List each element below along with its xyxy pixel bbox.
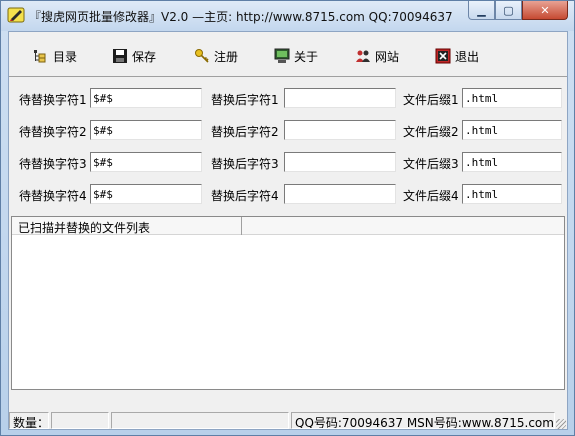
ext-label-4: 文件后缀4	[403, 189, 459, 203]
toolbar: 目录 保存 注册 关于 网站 退出	[9, 32, 567, 77]
close-icon: ✕	[540, 3, 550, 17]
toolbar-website-button[interactable]: 网站	[355, 47, 399, 65]
replace-input-2[interactable]	[284, 120, 396, 140]
minimize-icon: ▁	[477, 3, 486, 17]
replace-input-3[interactable]	[284, 152, 396, 172]
find-label-1: 待替换字符1	[19, 93, 87, 107]
ext-label-3: 文件后缀3	[403, 157, 459, 171]
title-bar[interactable]: 『搜虎网页批量修改器』V2.0 —主页: http://www.8715.com…	[1, 1, 574, 31]
replace-label-3: 替换后字符3	[211, 157, 279, 171]
ext-input-2[interactable]	[462, 120, 562, 140]
file-list-column-header[interactable]: 已扫描并替换的文件列表	[12, 217, 242, 235]
ext-label-2: 文件后缀2	[403, 125, 459, 139]
toolbar-register-label: 注册	[214, 49, 239, 64]
toolbar-directory-label: 目录	[53, 49, 78, 64]
ext-input-3[interactable]	[462, 152, 562, 172]
replace-input-1[interactable]	[284, 88, 396, 108]
maximize-icon: ▢	[503, 3, 514, 17]
toolbar-directory-button[interactable]: 目录	[33, 47, 77, 65]
close-button[interactable]: ✕	[522, 1, 568, 20]
status-bar: 数量： QQ号码:70094637 MSN号码:www.8715.com@	[9, 410, 567, 430]
find-input-1[interactable]	[90, 88, 202, 108]
status-message	[111, 412, 289, 429]
ext-label-1: 文件后缀1	[403, 93, 459, 107]
window-title: 『搜虎网页批量修改器』V2.0 —主页: http://www.8715.com…	[29, 10, 453, 24]
maximize-button[interactable]: ▢	[495, 1, 522, 20]
toolbar-about-label: 关于	[294, 49, 319, 64]
status-contact: QQ号码:70094637 MSN号码:www.8715.com@	[291, 412, 555, 429]
toolbar-exit-label: 退出	[455, 49, 480, 64]
find-label-3: 待替换字符3	[19, 157, 87, 171]
ext-input-1[interactable]	[462, 88, 562, 108]
app-window: 『搜虎网页批量修改器』V2.0 —主页: http://www.8715.com…	[0, 0, 575, 436]
computer-icon	[274, 48, 290, 63]
file-list-column-header-empty[interactable]	[243, 217, 564, 235]
toolbar-website-label: 网站	[375, 49, 400, 64]
replace-input-4[interactable]	[284, 184, 396, 204]
find-label-4: 待替换字符4	[19, 189, 87, 203]
resize-grip-icon[interactable]	[556, 419, 566, 429]
pencil-icon	[7, 7, 25, 23]
status-count-label: 数量：	[9, 412, 49, 429]
minimize-button[interactable]: ▁	[468, 1, 495, 20]
toolbar-register-button[interactable]: 注册	[194, 47, 238, 65]
toolbar-about-button[interactable]: 关于	[274, 47, 318, 65]
key-icon	[195, 49, 209, 63]
toolbar-exit-button[interactable]: 退出	[435, 47, 479, 65]
caption-buttons: ▁ ▢ ✕	[468, 1, 568, 21]
find-input-4[interactable]	[90, 184, 202, 204]
ext-input-4[interactable]	[462, 184, 562, 204]
file-list-header: 已扫描并替换的文件列表	[12, 217, 564, 235]
replace-label-4: 替换后字符4	[211, 189, 279, 203]
file-list[interactable]: 已扫描并替换的文件列表	[11, 216, 565, 390]
toolbar-save-label: 保存	[132, 49, 157, 64]
replace-label-2: 替换后字符2	[211, 125, 279, 139]
find-input-3[interactable]	[90, 152, 202, 172]
floppy-disk-icon	[113, 49, 127, 63]
replace-form: 待替换字符1 替换后字符1 文件后缀1 待替换字符2 替换后字符2 文件后缀2 …	[9, 78, 567, 214]
folder-tree-icon	[34, 50, 46, 63]
find-input-2[interactable]	[90, 120, 202, 140]
exit-icon	[435, 48, 451, 64]
people-icon	[356, 50, 370, 62]
toolbar-save-button[interactable]: 保存	[112, 47, 156, 65]
client-area: 目录 保存 注册 关于 网站 退出 待替换字符1 $#$ 替换后字符1 文件后缀…	[8, 31, 568, 430]
find-label-2: 待替换字符2	[19, 125, 87, 139]
replace-label-1: 替换后字符1	[211, 93, 279, 107]
status-count-value	[51, 412, 109, 429]
